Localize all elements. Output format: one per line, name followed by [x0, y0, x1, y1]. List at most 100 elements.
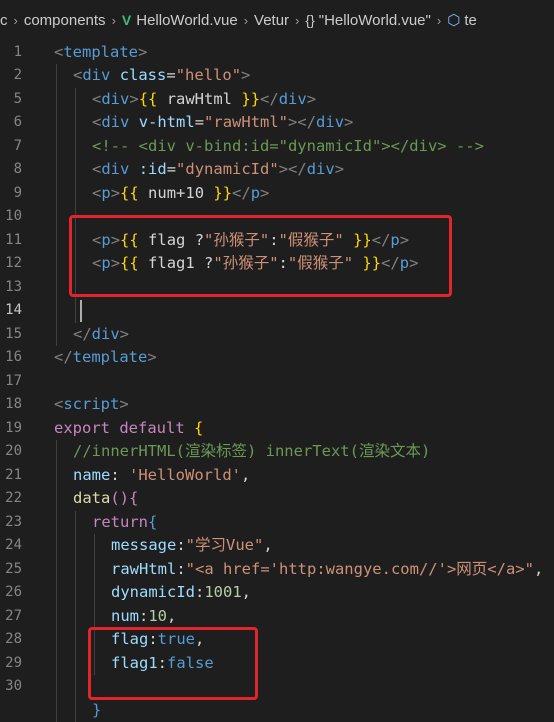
code-line[interactable]: 23return{: [0, 511, 554, 535]
indent-guide: [75, 534, 76, 558]
code-line[interactable]: 30: [0, 675, 554, 699]
code-line[interactable]: 14: [0, 299, 554, 323]
code-text: <p>{{ num+10 }}</p>: [92, 182, 269, 206]
braces-icon: {}: [305, 12, 314, 28]
code-token: script: [63, 395, 119, 413]
breadcrumb-item-template[interactable]: ⬡ te: [447, 11, 477, 29]
code-line[interactable]: 21name: 'HelloWorld',: [0, 464, 554, 488]
code-token: //innerHTML(渲染标签) innerText(渲染文本): [73, 442, 430, 460]
code-token: ,: [534, 560, 543, 578]
code-line[interactable]: 8<div :id="dynamicId"></div>: [0, 158, 554, 182]
code-line[interactable]: 27 num:10,: [0, 605, 554, 629]
code-token: }}: [241, 90, 260, 108]
code-text: <script>: [54, 393, 129, 417]
line-number: 10: [0, 205, 22, 229]
line-number: 12: [0, 252, 22, 276]
indent-guide: [75, 628, 76, 652]
code-token: default: [119, 419, 184, 437]
code-token: rawHtml: [157, 90, 241, 108]
code-line[interactable]: 18<script>: [0, 393, 554, 417]
code-token: template: [63, 43, 138, 61]
highlight-box-data: [88, 627, 258, 700]
code-token: num+10: [139, 184, 214, 202]
line-number: 28: [0, 628, 22, 652]
code-token: ></: [288, 113, 316, 131]
chevron-right-icon: ›: [437, 13, 441, 28]
line-number: 14: [0, 299, 22, 323]
code-text: </div>: [73, 323, 129, 347]
indent-guide: [75, 111, 76, 135]
code-token: message: [111, 536, 176, 554]
code-token: <!-- <div v-bind:id="dynamicId"></div> -…: [92, 137, 484, 155]
line-number: 30: [0, 675, 22, 699]
code-token: >: [129, 90, 138, 108]
code-line[interactable]: 29flag1:false: [0, 652, 554, 676]
indent-guide: [75, 158, 76, 182]
code-line[interactable]: 24message:"学习Vue",: [0, 534, 554, 558]
breadcrumb-item-vetur[interactable]: Vetur: [254, 12, 289, 29]
code-token: div: [279, 90, 307, 108]
code-token: v-html: [139, 113, 195, 131]
code-line[interactable]: 1<template>: [0, 41, 554, 65]
indent-guide: [56, 652, 57, 676]
indent-guide: [56, 581, 57, 605]
code-token: {{: [120, 184, 139, 202]
code-token: >: [241, 66, 250, 84]
breadcrumb-label: "HelloWorld.vue": [319, 12, 431, 29]
line-number: 25: [0, 558, 22, 582]
code-text: num:10,: [111, 605, 176, 629]
code-token: ,: [263, 536, 272, 554]
code-line[interactable]: 17: [0, 370, 554, 394]
code-token: [110, 66, 119, 84]
breadcrumb-item-components[interactable]: components: [24, 12, 106, 29]
code-token: class: [120, 66, 167, 84]
breadcrumb-item-module[interactable]: {} "HelloWorld.vue": [305, 12, 430, 29]
code-text: dynamicId:1001,: [111, 581, 251, 605]
indent-guide: [75, 299, 76, 323]
code-token: {: [129, 489, 138, 507]
line-number: 27: [0, 605, 22, 629]
code-line[interactable]: }: [0, 699, 554, 722]
breadcrumb-item-file[interactable]: V HelloWorld.vue: [122, 12, 238, 29]
breadcrumb-item-c[interactable]: c: [0, 12, 8, 29]
code-token: "hello": [176, 66, 241, 84]
indent-guide: [94, 534, 95, 558]
indent-guide: [56, 299, 57, 323]
code-token: ,: [241, 466, 250, 484]
code-line[interactable]: 9<p>{{ num+10 }}</p>: [0, 182, 554, 206]
code-text: <template>: [54, 41, 147, 65]
code-token: =: [195, 113, 204, 131]
code-line[interactable]: 19export default {: [0, 417, 554, 441]
code-line[interactable]: 22data(){: [0, 487, 554, 511]
code-token: "学习Vue": [186, 536, 264, 554]
code-token: ></: [279, 160, 307, 178]
code-line[interactable]: 28flag:true,: [0, 628, 554, 652]
cube-icon: ⬡: [447, 11, 460, 29]
breadcrumb-label: te: [464, 12, 477, 29]
code-token: {: [194, 419, 203, 437]
code-line[interactable]: 15</div>: [0, 323, 554, 347]
indent-guide: [56, 487, 57, 511]
code-line[interactable]: 26dynamicId:1001,: [0, 581, 554, 605]
code-token: div: [101, 113, 129, 131]
code-token: </: [73, 325, 92, 343]
code-line[interactable]: 16</template>: [0, 346, 554, 370]
code-token: <: [92, 113, 101, 131]
vue-icon: V: [122, 12, 131, 28]
indent-guide: [56, 135, 57, 159]
indent-guide: [56, 252, 57, 276]
code-line[interactable]: 20//innerHTML(渲染标签) innerText(渲染文本): [0, 440, 554, 464]
code-line[interactable]: 5<div>{{ rawHtml }}</div>: [0, 88, 554, 112]
breadcrumb-label: Vetur: [254, 12, 289, 29]
code-token: [129, 160, 138, 178]
code-line[interactable]: 7<!-- <div v-bind:id="dynamicId"></div> …: [0, 135, 554, 159]
code-editor[interactable]: 1<template>2<div class="hello">5<div>{{ …: [0, 40, 554, 717]
code-line[interactable]: 6<div v-html="rawHtml"></div>: [0, 111, 554, 135]
code-text: <div :id="dynamicId"></div>: [92, 158, 344, 182]
chevron-right-icon: ›: [14, 13, 18, 28]
code-token: template: [73, 348, 148, 366]
code-line[interactable]: 25rawHtml:"<a href='http:wangye.com//'>网…: [0, 558, 554, 582]
code-line[interactable]: 2<div class="hello">: [0, 64, 554, 88]
code-token: p: [251, 184, 260, 202]
code-token: >: [335, 160, 344, 178]
